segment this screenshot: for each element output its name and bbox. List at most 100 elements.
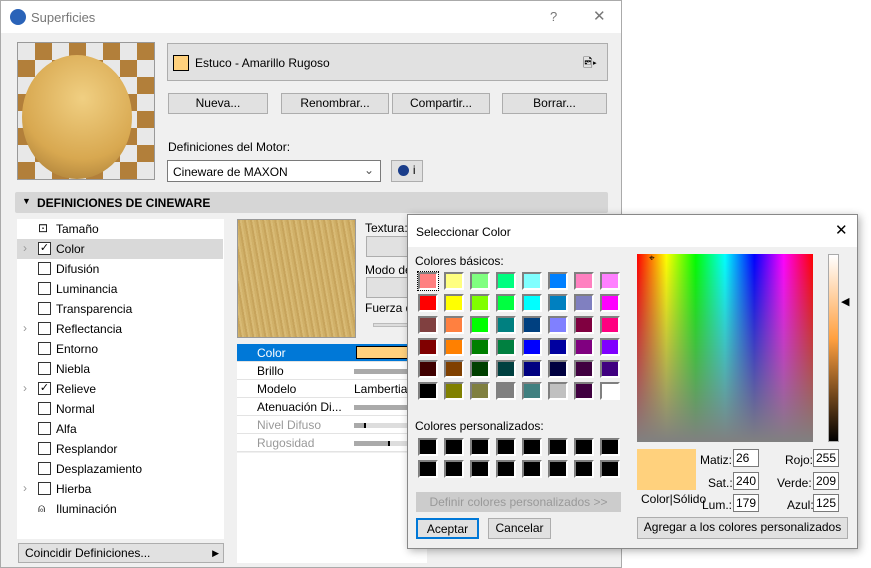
engine-select[interactable]: Cineware de MAXON ⌄ <box>167 160 381 182</box>
basic-color-swatch[interactable] <box>600 272 620 290</box>
channel-checkbox[interactable] <box>38 402 51 415</box>
basic-color-swatch[interactable] <box>496 272 516 290</box>
basic-color-swatch[interactable] <box>574 272 594 290</box>
channel-item[interactable]: Desplazamiento <box>17 459 223 479</box>
channel-checkbox[interactable] <box>38 422 51 435</box>
expand-arrow-icon[interactable]: › <box>23 381 27 395</box>
channel-checkbox[interactable] <box>38 342 51 355</box>
basic-color-swatch[interactable] <box>444 382 464 400</box>
custom-color-swatch[interactable] <box>470 438 490 456</box>
property-value[interactable]: Lambertian <box>354 382 414 396</box>
color-spectrum[interactable]: ⌖ <box>637 253 813 442</box>
basic-color-swatch[interactable] <box>600 294 620 312</box>
material-name-box[interactable]: Estuco - Amarillo Rugoso 🖻▸ <box>167 43 608 81</box>
match-settings-button[interactable]: Coincidir Definiciones... ▶ <box>18 543 224 563</box>
custom-color-swatch[interactable] <box>418 460 438 478</box>
custom-color-swatch[interactable] <box>470 460 490 478</box>
basic-color-swatch[interactable] <box>574 294 594 312</box>
channel-item[interactable]: Difusión <box>17 259 223 279</box>
expand-arrow-icon[interactable]: › <box>23 481 27 495</box>
channel-item[interactable]: ⊡ Tamaño <box>17 219 223 239</box>
basic-color-swatch[interactable] <box>470 294 490 312</box>
channel-checkbox[interactable] <box>38 262 51 275</box>
custom-color-swatch[interactable] <box>444 460 464 478</box>
channel-checkbox[interactable] <box>38 282 51 295</box>
channel-item[interactable]: Alfa <box>17 419 223 439</box>
channel-item[interactable]: Luminancia <box>17 279 223 299</box>
channel-item[interactable]: Normal <box>17 399 223 419</box>
channel-checkbox[interactable] <box>38 302 51 315</box>
property-row[interactable]: Rugosidad <box>237 434 434 452</box>
basic-color-swatch[interactable] <box>444 272 464 290</box>
luminance-bar[interactable] <box>828 254 839 442</box>
channel-item[interactable]: › ✓ Relieve <box>17 379 223 399</box>
basic-color-swatch[interactable] <box>574 316 594 334</box>
channel-item[interactable]: › ✓ Color <box>17 239 223 259</box>
channel-item[interactable]: › Hierba <box>17 479 223 499</box>
luminance-arrow-icon[interactable]: ◀ <box>841 295 849 308</box>
basic-color-swatch[interactable] <box>548 316 568 334</box>
basic-color-swatch[interactable] <box>574 338 594 356</box>
basic-color-swatch[interactable] <box>522 294 542 312</box>
define-custom-colors-button[interactable]: Definir colores personalizados >> <box>416 492 621 512</box>
channel-item[interactable]: Niebla <box>17 359 223 379</box>
channel-checkbox[interactable]: ✓ <box>38 242 51 255</box>
basic-color-swatch[interactable] <box>496 382 516 400</box>
expand-arrow-icon[interactable]: › <box>23 241 27 255</box>
custom-color-swatch[interactable] <box>574 460 594 478</box>
basic-color-swatch[interactable] <box>470 272 490 290</box>
basic-color-swatch[interactable] <box>444 316 464 334</box>
basic-color-swatch[interactable] <box>522 316 542 334</box>
section-header[interactable]: ▼ DEFINICIONES DE CINEWARE <box>15 192 608 213</box>
basic-color-swatch[interactable] <box>574 382 594 400</box>
custom-color-swatch[interactable] <box>548 460 568 478</box>
channel-checkbox[interactable] <box>38 482 51 495</box>
basic-color-swatch[interactable] <box>418 294 438 312</box>
channel-item[interactable]: Transparencia <box>17 299 223 319</box>
property-row[interactable]: Atenuación Di... <box>237 398 434 416</box>
basic-color-swatch[interactable] <box>496 316 516 334</box>
basic-color-swatch[interactable] <box>522 272 542 290</box>
share-button[interactable]: Compartir... <box>392 93 490 114</box>
basic-color-swatch[interactable] <box>600 382 620 400</box>
channel-item[interactable]: ⍝ Iluminación <box>17 499 223 519</box>
custom-color-swatch[interactable] <box>444 438 464 456</box>
basic-color-swatch[interactable] <box>470 338 490 356</box>
cancel-button[interactable]: Cancelar <box>488 518 551 539</box>
channel-item[interactable]: › Reflectancia <box>17 319 223 339</box>
channel-item[interactable]: Entorno <box>17 339 223 359</box>
basic-color-swatch[interactable] <box>418 338 438 356</box>
basic-color-swatch[interactable] <box>548 272 568 290</box>
basic-color-swatch[interactable] <box>496 338 516 356</box>
basic-color-swatch[interactable] <box>548 360 568 378</box>
channel-checkbox[interactable] <box>38 462 51 475</box>
basic-color-swatch[interactable] <box>418 316 438 334</box>
close-button[interactable]: ✕ <box>593 7 606 25</box>
property-row[interactable]: Brillo <box>237 362 434 380</box>
accept-button[interactable]: Aceptar <box>416 518 479 539</box>
basic-color-swatch[interactable] <box>548 382 568 400</box>
basic-color-swatch[interactable] <box>600 338 620 356</box>
red-input[interactable]: 255 <box>813 449 839 467</box>
basic-color-swatch[interactable] <box>522 382 542 400</box>
basic-color-swatch[interactable] <box>444 360 464 378</box>
blue-input[interactable]: 125 <box>813 494 839 512</box>
basic-color-swatch[interactable] <box>418 360 438 378</box>
basic-color-swatch[interactable] <box>417 271 439 291</box>
material-menu-icon[interactable]: 🖻▸ <box>583 54 597 75</box>
custom-color-swatch[interactable] <box>574 438 594 456</box>
property-row[interactable]: Modelo Lambertian <box>237 380 427 398</box>
basic-color-swatch[interactable] <box>600 316 620 334</box>
basic-color-swatch[interactable] <box>444 294 464 312</box>
channel-checkbox[interactable] <box>38 362 51 375</box>
custom-color-swatch[interactable] <box>548 438 568 456</box>
basic-color-swatch[interactable] <box>522 360 542 378</box>
basic-color-swatch[interactable] <box>522 338 542 356</box>
expand-arrow-icon[interactable]: › <box>23 321 27 335</box>
basic-color-swatch[interactable] <box>574 360 594 378</box>
basic-color-swatch[interactable] <box>470 316 490 334</box>
help-button[interactable]: ? <box>550 9 557 24</box>
custom-color-swatch[interactable] <box>522 438 542 456</box>
basic-color-swatch[interactable] <box>418 382 438 400</box>
basic-color-swatch[interactable] <box>470 360 490 378</box>
